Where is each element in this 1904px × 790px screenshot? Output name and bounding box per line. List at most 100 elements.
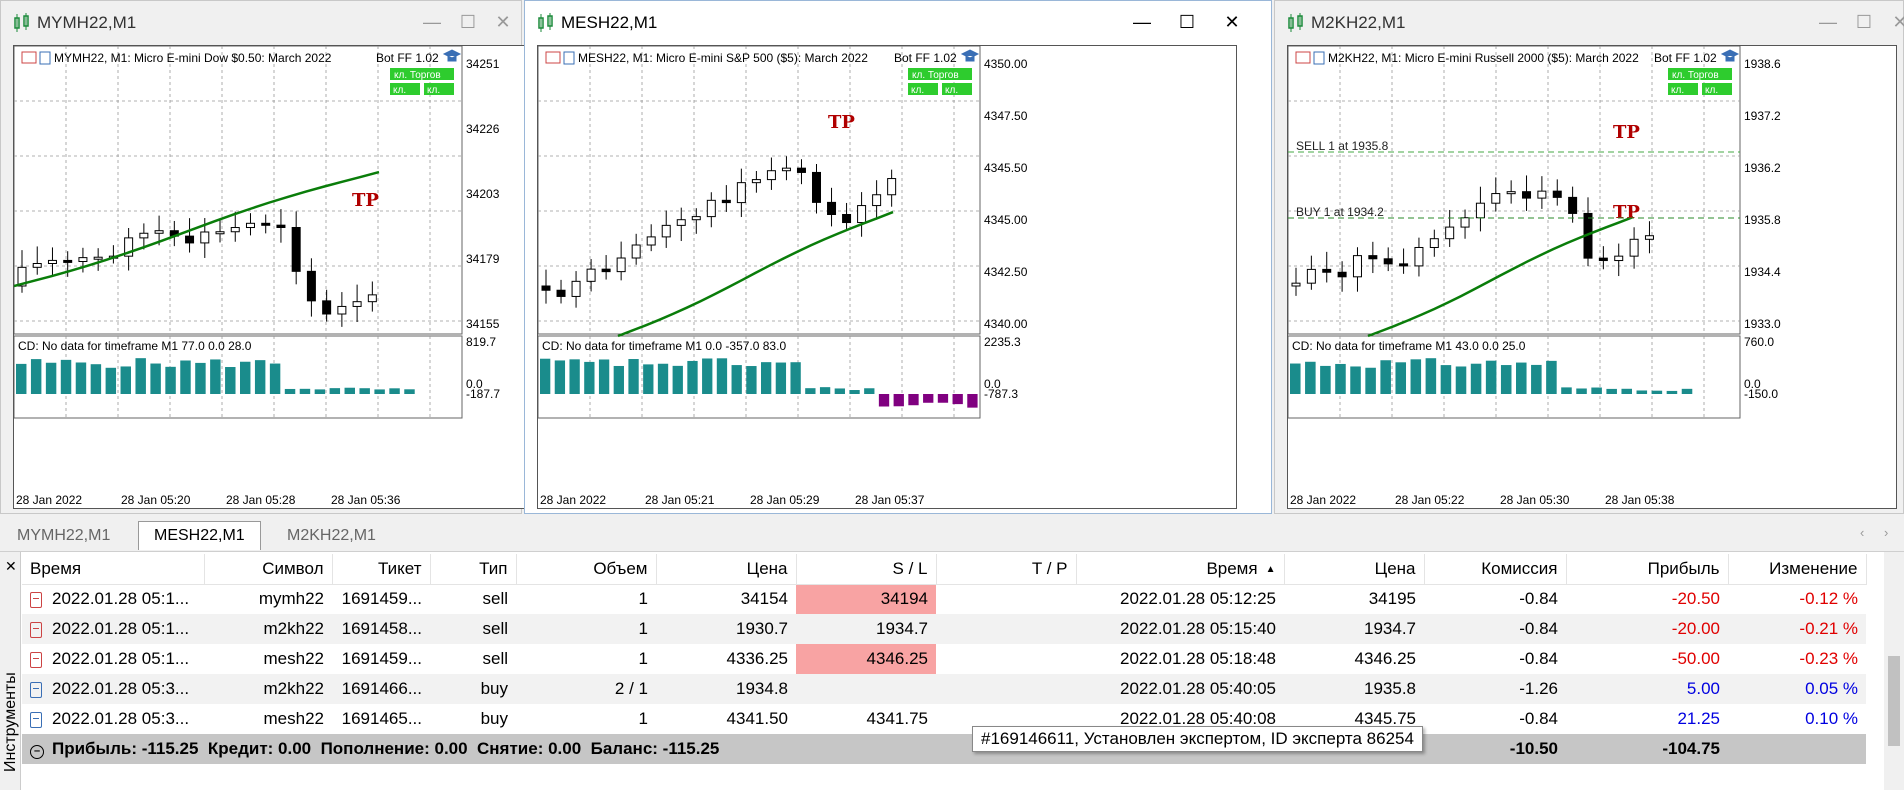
price-tick-label: 4347.50 bbox=[984, 109, 1028, 123]
candle bbox=[1598, 257, 1608, 262]
histogram-bar bbox=[1546, 360, 1557, 394]
candle bbox=[646, 236, 656, 246]
cell-change: -0.21 % bbox=[1728, 614, 1866, 644]
window-titlebar[interactable]: MESH22,M1 — ☐ ✕ bbox=[525, 1, 1271, 45]
sort-up-icon: ▲ bbox=[1265, 563, 1276, 575]
close-button[interactable]: ✕ bbox=[1219, 9, 1245, 35]
cell-symbol: mesh22 bbox=[263, 709, 324, 728]
cell-sl: 34194 bbox=[796, 584, 936, 614]
table-row[interactable]: 2022.01.28 05:1... m2kh22 1691458... sell 1 1… bbox=[22, 614, 1866, 644]
candle bbox=[230, 227, 240, 233]
close-button[interactable]: ✕ bbox=[1887, 9, 1904, 35]
histogram-bar bbox=[1621, 388, 1633, 394]
table-header: Время Символ Тикет Тип Объем Цена S / L … bbox=[22, 554, 1867, 585]
candle bbox=[766, 170, 776, 181]
toolbox-label: Инструменты bbox=[2, 672, 19, 772]
panel-scrollbar[interactable] bbox=[1884, 552, 1904, 790]
col-close-price[interactable]: Цена bbox=[1284, 554, 1425, 585]
histogram-bar bbox=[389, 388, 400, 394]
histogram-bar bbox=[1636, 390, 1648, 394]
time-tick-label: 28 Jan 2022 bbox=[1290, 493, 1356, 507]
chart-window-m2kh22[interactable]: M2KH22,M1 — ☐ ✕ TP TP SELL 1 at 1935.8 BUY … bbox=[1274, 0, 1904, 514]
col-commission[interactable]: Комиссия bbox=[1424, 554, 1567, 585]
histogram-bar bbox=[1561, 387, 1572, 394]
col-close-time[interactable]: Время ▲ bbox=[1076, 554, 1285, 585]
cell-tp bbox=[936, 644, 1076, 674]
col-price[interactable]: Цена bbox=[656, 554, 797, 585]
histogram-bar bbox=[923, 394, 934, 403]
histogram-bar bbox=[1455, 366, 1467, 394]
histogram-bar bbox=[135, 358, 146, 394]
candle bbox=[1537, 190, 1547, 199]
tab-mesh22[interactable]: MESH22,M1 bbox=[138, 521, 261, 550]
histogram-bar bbox=[598, 359, 610, 394]
candle bbox=[1629, 238, 1639, 257]
candle bbox=[1522, 191, 1532, 199]
scrollbar-thumb[interactable] bbox=[1888, 656, 1900, 746]
minimize-button[interactable]: — bbox=[1129, 9, 1155, 35]
col-change[interactable]: Изменение bbox=[1728, 554, 1867, 585]
chart-svg: TP MESH22, M1: Micro E-mini S&P 500 ($5):… bbox=[538, 46, 1028, 507]
candle bbox=[616, 257, 626, 273]
col-ticket[interactable]: Тикет bbox=[332, 554, 431, 585]
histogram-bar bbox=[1410, 359, 1422, 394]
table-row[interactable]: 2022.01.28 05:3... mesh22 1691465... buy 1 43… bbox=[22, 704, 1866, 734]
price-tick-label: 1937.2 bbox=[1744, 109, 1781, 123]
tab-mymh22[interactable]: MYMH22,M1 bbox=[2, 522, 125, 550]
histogram-bar bbox=[1365, 367, 1376, 394]
candle bbox=[661, 224, 671, 238]
candle bbox=[571, 280, 581, 297]
col-volume[interactable]: Объем bbox=[516, 554, 657, 585]
candle bbox=[1383, 258, 1393, 265]
histogram-bar bbox=[967, 394, 978, 408]
col-tp[interactable]: T / P bbox=[936, 554, 1077, 585]
minimize-button[interactable]: — bbox=[1815, 9, 1841, 35]
tab-scroll-right-icon[interactable]: › bbox=[1884, 525, 1888, 540]
candles-icon bbox=[14, 13, 29, 32]
cell-price: 1934.8 bbox=[656, 674, 796, 704]
minimize-button[interactable]: — bbox=[419, 9, 445, 35]
price-chart[interactable]: TP MYMH22, M1: Micro E-mini Dow $0.50: Ma… bbox=[13, 45, 563, 509]
candle bbox=[185, 235, 195, 244]
cell-time2: 2022.01.28 05:12:25 bbox=[1120, 589, 1276, 609]
tp-marker: TP bbox=[828, 112, 855, 133]
maximize-button[interactable]: ☐ bbox=[1851, 9, 1877, 35]
col-type[interactable]: Тип bbox=[430, 554, 517, 585]
col-symbol[interactable]: Символ bbox=[204, 554, 333, 585]
window-titlebar[interactable]: M2KH22,M1 — ☐ ✕ bbox=[1275, 1, 1904, 45]
chart-window-mesh22[interactable]: MESH22,M1 — ☐ ✕ TP MESH22, M1: Micro E-mi… bbox=[524, 0, 1272, 514]
histogram-bar bbox=[864, 388, 875, 394]
table-row[interactable]: 2022.01.28 05:1... mesh22 1691459... sell 1 4… bbox=[22, 644, 1866, 674]
cell-time2: 2022.01.28 05:15:40 bbox=[1076, 614, 1284, 644]
cell-price2: 34195 bbox=[1368, 589, 1416, 609]
cell-change: 0.05 % bbox=[1728, 674, 1866, 704]
table-row[interactable]: 2022.01.28 05:1... mymh22 1691459... sell 1 3… bbox=[22, 584, 1866, 614]
col-sl[interactable]: S / L bbox=[796, 554, 937, 585]
col-profit[interactable]: Прибыль bbox=[1566, 554, 1729, 585]
chart-window-mymh22[interactable]: MYMH22,M1 — ☐ ✕ TP MYMH22, M1: Micro E-mi… bbox=[0, 0, 563, 514]
bot-label: Bot FF 1.02 bbox=[1654, 51, 1717, 65]
total-commission: -10.50 bbox=[1424, 734, 1566, 764]
table-row[interactable]: 2022.01.28 05:3... m2kh22 1691466... buy 2 /… bbox=[22, 674, 1866, 704]
chart-header: MESH22, M1: Micro E-mini S&P 500 ($5): M… bbox=[578, 51, 868, 65]
indicator-tick-label: 819.7 bbox=[466, 335, 496, 349]
tab-scroll-left-icon[interactable]: ‹ bbox=[1860, 525, 1864, 540]
col-time[interactable]: Время bbox=[22, 554, 205, 585]
candle bbox=[842, 213, 852, 224]
cell-sl: 4346.25 bbox=[796, 644, 936, 674]
cell-sl: 4341.75 bbox=[866, 709, 928, 728]
maximize-button[interactable]: ☐ bbox=[1174, 9, 1200, 35]
price-chart[interactable]: TP MESH22, M1: Micro E-mini S&P 500 ($5):… bbox=[537, 45, 1237, 509]
histogram-bar bbox=[1350, 366, 1361, 394]
price-chart[interactable]: TP TP SELL 1 at 1935.8 BUY 1 at 1934.2 M2KH2… bbox=[1287, 45, 1897, 509]
cell-profit: -20.50 bbox=[1671, 589, 1720, 609]
collapse-icon[interactable]: – bbox=[30, 745, 44, 759]
histogram-bar bbox=[1576, 388, 1587, 394]
cell-ticket: 1691466... bbox=[332, 674, 430, 704]
close-icon[interactable]: ✕ bbox=[5, 558, 17, 575]
window-titlebar[interactable]: MYMH22,M1 — ☐ ✕ bbox=[1, 1, 521, 45]
close-button[interactable]: ✕ bbox=[490, 9, 516, 35]
price-tick-label: 4342.50 bbox=[984, 265, 1028, 279]
tab-m2kh22[interactable]: M2KH22,M1 bbox=[272, 522, 391, 550]
maximize-button[interactable]: ☐ bbox=[455, 9, 481, 35]
